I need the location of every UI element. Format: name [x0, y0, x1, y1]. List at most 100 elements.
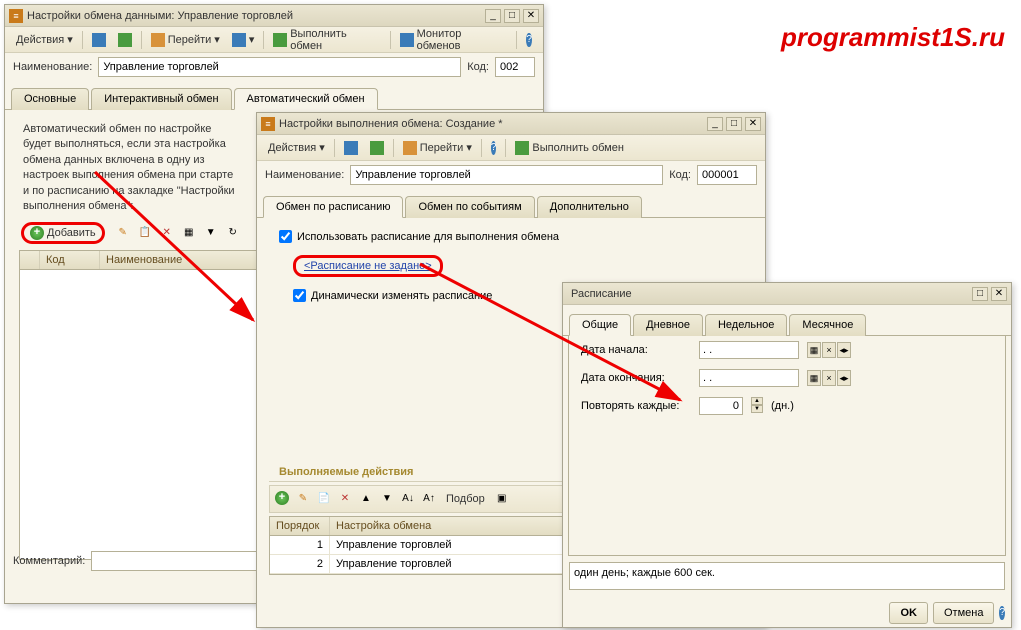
- edit-icon-button[interactable]: ✎: [114, 224, 132, 242]
- ok-button[interactable]: OK: [889, 602, 928, 624]
- tab-auto[interactable]: Автоматический обмен: [234, 88, 378, 110]
- schedule-link[interactable]: <Расписание не задано>: [304, 260, 432, 272]
- use-schedule-checkbox[interactable]: [279, 230, 292, 243]
- end-date-input[interactable]: . .: [699, 369, 799, 387]
- move-up-button[interactable]: ▲: [357, 489, 375, 507]
- folder-icon: [151, 33, 165, 47]
- go-menu[interactable]: Перейти ▾: [398, 138, 477, 158]
- spinner-button[interactable]: ◂▸: [837, 342, 851, 358]
- add-button[interactable]: Добавить: [47, 227, 96, 239]
- help-icon[interactable]: ?: [999, 606, 1005, 620]
- help-button[interactable]: ?: [486, 138, 502, 158]
- refresh-icon-button[interactable]: [113, 30, 137, 50]
- col-code[interactable]: Код: [40, 251, 100, 269]
- app-icon: ≡: [261, 117, 275, 131]
- spin-down-button[interactable]: ▼: [751, 405, 763, 413]
- go-menu[interactable]: Перейти ▾: [146, 30, 225, 50]
- cancel-button[interactable]: Отмена: [933, 602, 994, 624]
- tab-main[interactable]: Основные: [11, 88, 89, 110]
- refresh-icon-button[interactable]: [365, 138, 389, 158]
- code-input[interactable]: [495, 57, 535, 77]
- repeat-unit: (дн.): [771, 400, 794, 412]
- toolbar: Действия ▾ Перейти ▾ ▾ Выполнить обмен М…: [5, 27, 543, 53]
- edit-row-button[interactable]: ✎: [294, 489, 312, 507]
- filter-icon-button[interactable]: ▼: [202, 224, 220, 242]
- clear-icon-button[interactable]: ×: [822, 370, 836, 386]
- tab-monthly[interactable]: Месячное: [789, 314, 866, 336]
- tab-interactive[interactable]: Интерактивный обмен: [91, 88, 231, 110]
- window-schedule: Расписание □ ✕ Общие Дневное Недельное М…: [562, 282, 1012, 628]
- sort-asc-button[interactable]: A↓: [399, 489, 417, 507]
- code-input[interactable]: [697, 165, 757, 185]
- repeat-input[interactable]: [699, 397, 743, 415]
- add-button-highlight: + Добавить: [21, 222, 105, 244]
- sort-desc-button[interactable]: A↑: [420, 489, 438, 507]
- close-button[interactable]: ✕: [745, 117, 761, 131]
- help-icon: ?: [491, 141, 497, 155]
- end-date-label: Дата окончания:: [581, 372, 691, 384]
- run-icon: [515, 141, 529, 155]
- close-button[interactable]: ✕: [523, 9, 539, 23]
- tab-daily[interactable]: Дневное: [633, 314, 703, 336]
- delete-row-button[interactable]: ✕: [336, 489, 354, 507]
- code-label: Код:: [669, 169, 691, 181]
- comment-label: Комментарий:: [13, 555, 85, 567]
- app-icon: ≡: [9, 9, 23, 23]
- tab-general[interactable]: Общие: [569, 314, 631, 336]
- calendar-icon-button[interactable]: ▦: [807, 370, 821, 386]
- col-order[interactable]: Порядок: [270, 517, 330, 535]
- use-schedule-label: Использовать расписание для выполнения о…: [297, 231, 559, 243]
- tab-events[interactable]: Обмен по событиям: [405, 196, 534, 218]
- schedule-summary: один день; каждые 600 сек.: [569, 562, 1005, 590]
- minimize-button[interactable]: _: [485, 9, 501, 23]
- plus-icon: +: [30, 226, 44, 240]
- titlebar[interactable]: Расписание □ ✕: [563, 283, 1011, 305]
- add-row-button[interactable]: +: [273, 489, 291, 507]
- titlebar[interactable]: ≡ Настройки выполнения обмена: Создание …: [257, 113, 765, 135]
- close-button[interactable]: ✕: [991, 287, 1007, 301]
- tab-bar: Общие Дневное Недельное Месячное: [563, 311, 1011, 336]
- copy-row-button[interactable]: 📄: [315, 489, 333, 507]
- window-title: Расписание: [567, 288, 972, 300]
- spin-up-button[interactable]: ▲: [751, 397, 763, 405]
- save-icon-button[interactable]: [87, 30, 111, 50]
- maximize-button[interactable]: □: [504, 9, 520, 23]
- window-title: Настройки выполнения обмена: Создание *: [279, 118, 707, 130]
- maximize-button[interactable]: □: [726, 117, 742, 131]
- open-icon-button[interactable]: ▣: [493, 489, 511, 507]
- move-down-button[interactable]: ▼: [378, 489, 396, 507]
- start-date-input[interactable]: . .: [699, 341, 799, 359]
- titlebar[interactable]: ≡ Настройки обмена данными: Управление т…: [5, 5, 543, 27]
- execute-exchange-button[interactable]: Выполнить обмен: [510, 138, 628, 158]
- calendar-icon-button[interactable]: ▦: [807, 342, 821, 358]
- save-icon: [92, 33, 106, 47]
- spinner-button[interactable]: ◂▸: [837, 370, 851, 386]
- list-icon-button[interactable]: ▾: [227, 30, 260, 50]
- delete-icon-button[interactable]: ✕: [158, 224, 176, 242]
- monitor-button[interactable]: Монитор обменов: [395, 30, 513, 50]
- refresh-icon: [370, 141, 384, 155]
- save-icon-button[interactable]: [339, 138, 363, 158]
- help-button[interactable]: ?: [521, 30, 537, 50]
- minimize-button[interactable]: _: [707, 117, 723, 131]
- refresh-list-button[interactable]: ↻: [224, 224, 242, 242]
- execute-exchange-button[interactable]: Выполнить обмен: [268, 30, 385, 50]
- code-label: Код:: [467, 61, 489, 73]
- dynamic-schedule-checkbox[interactable]: [293, 289, 306, 302]
- actions-menu[interactable]: Действия ▾: [263, 138, 330, 158]
- actions-menu[interactable]: Действия ▾: [11, 30, 78, 50]
- clear-icon-button[interactable]: ×: [822, 342, 836, 358]
- copy-icon-button[interactable]: 📋: [136, 224, 154, 242]
- props-icon-button[interactable]: ▦: [180, 224, 198, 242]
- tab-weekly[interactable]: Недельное: [705, 314, 787, 336]
- tab-schedule[interactable]: Обмен по расписанию: [263, 196, 403, 218]
- select-button[interactable]: Подбор: [441, 489, 490, 509]
- dynamic-schedule-label: Динамически изменять расписание: [311, 290, 492, 302]
- name-input[interactable]: [98, 57, 461, 77]
- name-input[interactable]: [350, 165, 663, 185]
- folder-icon: [403, 141, 417, 155]
- start-date-label: Дата начала:: [581, 344, 691, 356]
- maximize-button[interactable]: □: [972, 287, 988, 301]
- refresh-icon: [118, 33, 132, 47]
- tab-extra[interactable]: Дополнительно: [537, 196, 642, 218]
